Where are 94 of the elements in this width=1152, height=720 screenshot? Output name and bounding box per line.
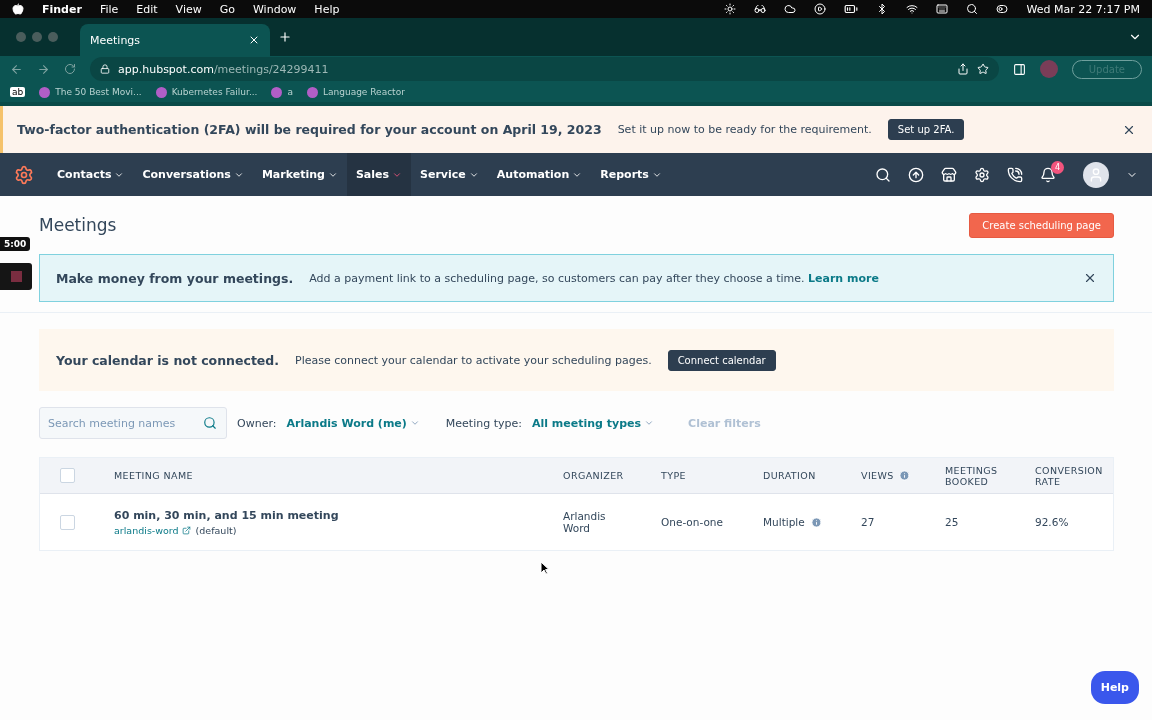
setup-2fa-button[interactable]: Set up 2FA. xyxy=(887,119,965,140)
menu-item[interactable]: Finder xyxy=(42,2,82,16)
search-icon[interactable] xyxy=(966,3,979,15)
filter-label: Meeting type: xyxy=(445,416,522,430)
column-header[interactable]: DURATION xyxy=(745,458,843,494)
table-cell: 92.6% xyxy=(1035,516,1069,528)
profile-avatar[interactable] xyxy=(1083,161,1109,188)
column-header[interactable]: VIEWS xyxy=(843,458,927,494)
menu-clock: Wed Mar 22 7:17 PM xyxy=(1026,2,1140,16)
nav-item[interactable]: Automation xyxy=(487,153,592,196)
glasses-icon[interactable] xyxy=(754,3,767,15)
cloud-icon[interactable] xyxy=(784,3,797,15)
bookmark-icon xyxy=(155,86,167,98)
nav-item[interactable]: Service xyxy=(411,153,488,196)
control-center-icon[interactable] xyxy=(996,3,1009,15)
sun-icon[interactable] xyxy=(724,3,737,15)
column-header[interactable]: CONVERSION RATE xyxy=(1017,458,1113,494)
lock-icon xyxy=(100,64,110,74)
close-icon[interactable] xyxy=(248,34,260,46)
nav-item[interactable]: Reports xyxy=(591,153,671,196)
external-link-icon xyxy=(181,525,191,535)
apple-icon[interactable] xyxy=(12,3,24,15)
side-panel-icon[interactable] xyxy=(1012,62,1026,76)
menu-item[interactable]: Window xyxy=(253,2,297,16)
bookmark-icon xyxy=(271,86,283,98)
share-icon[interactable] xyxy=(956,63,969,75)
calling-icon[interactable] xyxy=(1007,166,1023,183)
keyboard-icon[interactable] xyxy=(936,3,949,15)
bookmark[interactable]: a xyxy=(287,87,293,97)
bookmark-logo[interactable]: ab xyxy=(10,87,26,97)
alert-text: Please connect your calendar to activate your scheduling pages. xyxy=(295,353,652,367)
meeting-name: 60 min, 30 min, and 15 min meeting xyxy=(114,508,339,522)
menu-item[interactable]: Edit xyxy=(136,2,158,16)
column-header[interactable]: MEETINGS BOOKED xyxy=(927,458,1017,494)
recording-timer: 5:00 xyxy=(0,237,31,251)
bookmark[interactable]: Language Reactor xyxy=(323,87,405,97)
default-label: (default) xyxy=(195,524,237,536)
filter-label: Owner: xyxy=(237,416,277,430)
banner-text: Set it up now to be ready for the requirement. xyxy=(617,123,872,136)
notification-count: 4 xyxy=(1051,160,1064,174)
table-cell: 25 xyxy=(945,516,959,528)
info-icon[interactable] xyxy=(810,516,822,528)
column-header[interactable]: ORGANIZER xyxy=(545,458,643,494)
alert-text: Add a payment link to a scheduling page, so customers can pay after they choose a time. Learn more xyxy=(309,271,879,285)
battery-icon[interactable] xyxy=(844,2,859,16)
caret-icon xyxy=(409,418,420,428)
checkbox[interactable] xyxy=(60,514,75,530)
table-cell: Multiple xyxy=(763,516,805,528)
page-title: Meetings xyxy=(39,215,117,235)
nav-item[interactable]: Marketing xyxy=(252,153,347,196)
reload-icon[interactable] xyxy=(64,63,76,75)
meeting-type-dropdown[interactable]: All meeting types xyxy=(531,416,655,430)
marketplace-icon[interactable] xyxy=(941,166,957,183)
wifi-icon[interactable] xyxy=(906,3,919,15)
banner-title: Two-factor authentication (2FA) will be required for your account on April 19, 2023 xyxy=(17,122,602,137)
notifications-icon[interactable] xyxy=(1040,166,1056,183)
new-tab-icon[interactable] xyxy=(278,30,292,44)
nav-item[interactable]: Conversations xyxy=(133,153,253,196)
upgrade-icon[interactable] xyxy=(908,166,924,183)
nav-item[interactable]: Contacts xyxy=(48,153,134,196)
owner-dropdown[interactable]: Arlandis Word (me) xyxy=(286,416,420,430)
search-icon[interactable] xyxy=(875,166,891,183)
table-cell: 27 xyxy=(861,516,875,528)
menu-item[interactable]: Go xyxy=(219,2,235,16)
column-header[interactable]: TYPE xyxy=(643,458,745,494)
column-header[interactable]: MEETING NAME xyxy=(96,458,545,494)
play-icon[interactable] xyxy=(814,3,827,15)
menu-item[interactable]: Help xyxy=(314,2,340,16)
cursor-icon xyxy=(540,561,550,575)
forward-icon[interactable] xyxy=(37,62,50,76)
back-icon[interactable] xyxy=(10,62,23,76)
search-field[interactable]: Search meeting names xyxy=(39,407,227,439)
settings-icon[interactable] xyxy=(974,166,990,183)
bookmark-icon xyxy=(39,86,51,98)
bookmark[interactable]: The 50 Best Movi... xyxy=(55,87,142,97)
nav-item[interactable]: Sales xyxy=(346,153,412,196)
meeting-link[interactable]: arlandis-word xyxy=(114,524,191,536)
connect-calendar-button[interactable]: Connect calendar xyxy=(667,349,776,371)
table-cell-text: Arlandis Word xyxy=(563,510,607,534)
browser-tab[interactable]: Meetings xyxy=(80,24,270,56)
menu-item[interactable]: File xyxy=(99,2,119,16)
bookmark[interactable]: Kubernetes Failur... xyxy=(171,87,258,97)
checkbox[interactable] xyxy=(60,468,75,483)
caret-icon xyxy=(644,418,655,428)
bookmark-icon xyxy=(307,86,318,98)
learn-more-link[interactable]: Learn more xyxy=(808,271,879,285)
alert-title: Make money from your meetings. xyxy=(56,270,294,286)
table-cell: One-on-one xyxy=(661,516,723,528)
close-icon[interactable] xyxy=(1083,271,1097,285)
info-icon[interactable] xyxy=(898,470,910,481)
menu-item[interactable]: View xyxy=(175,2,202,16)
bookmark-star-icon[interactable] xyxy=(976,63,989,75)
address-bar[interactable]: app.hubspot.com/meetings/24299411 xyxy=(90,57,999,81)
alert-title: Your calendar is not connected. xyxy=(56,352,280,368)
